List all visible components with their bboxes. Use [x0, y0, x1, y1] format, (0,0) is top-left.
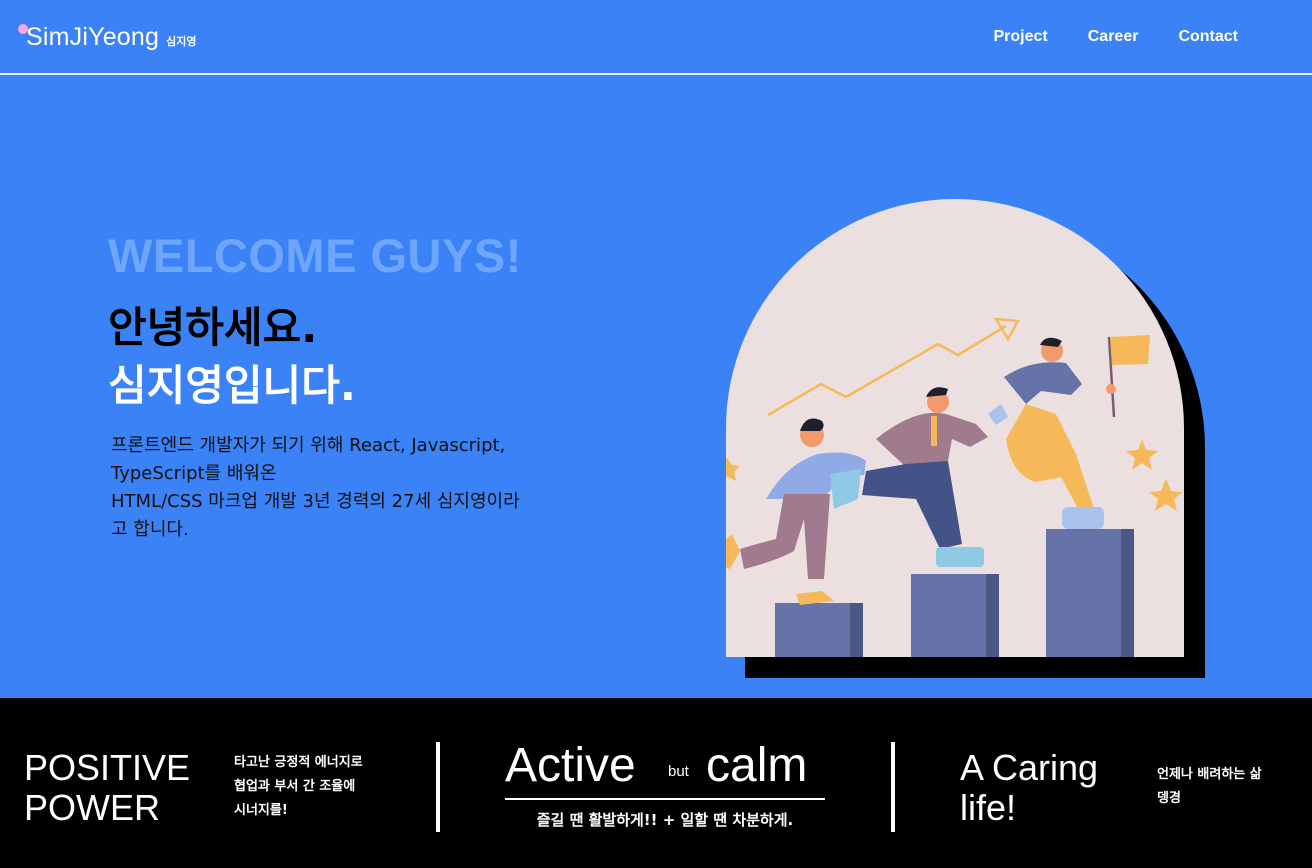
caring-life-title: A Caring life! [960, 748, 1098, 828]
calm-word: calm [706, 739, 808, 792]
caring-desc-line: 언제나 배려하는 삶 [1157, 767, 1262, 782]
logo[interactable]: SimJiYeong 심지영 [18, 23, 197, 52]
greeting-line-2: 심지영입니다. [108, 361, 356, 410]
positive-power-description: 타고난 긍정적 에너지로 협업과 부서 간 조율에 시너지를! [234, 751, 384, 823]
intro-line: TypeScript를 배워온 [111, 463, 277, 484]
active-calm-title: Active but calm [505, 738, 825, 800]
active-word: Active [505, 739, 636, 792]
site-header: SimJiYeong 심지영 Project Career Contact [0, 0, 1312, 75]
welcome-heading: WELCOME GUYS! [108, 229, 522, 282]
caring-desc-line: 뎅경 [1157, 791, 1181, 806]
positive-desc-line: 협업과 부서 간 조율에 [234, 779, 356, 794]
illustration-svg [726, 317, 1183, 657]
but-word: but [668, 763, 689, 780]
nav-link-career[interactable]: Career [1088, 28, 1139, 46]
caring-title-line: life! [960, 787, 1017, 828]
nav-link-project[interactable]: Project [993, 28, 1047, 46]
nav-link-contact[interactable]: Contact [1178, 28, 1238, 46]
logo-dot-icon [18, 24, 28, 34]
positive-desc-line: 시너지를! [234, 803, 288, 818]
positive-title-line: POWER [24, 787, 161, 828]
band-divider [436, 742, 440, 832]
greeting-line-1: 안녕하세요. [108, 303, 318, 352]
intro-text: 프론트엔드 개발자가 되기 위해 React, Javascript, Type… [111, 432, 571, 544]
positive-title-line: POSITIVE [24, 747, 191, 788]
band-divider [891, 742, 895, 832]
caring-title-line: A Caring [960, 747, 1099, 788]
intro-line: 프론트엔드 개발자가 되기 위해 React, Javascript, [111, 435, 506, 456]
positive-power-title: POSITIVE POWER [24, 748, 190, 828]
logo-subtitle: 심지영 [166, 35, 197, 48]
caring-life-description: 언제나 배려하는 삶 뎅경 [1157, 763, 1287, 811]
main-nav: Project Career Contact [993, 28, 1238, 46]
intro-line: 고 합니다. [111, 519, 189, 540]
positive-desc-line: 타고난 긍정적 에너지로 [234, 755, 363, 770]
intro-line: HTML/CSS 마크업 개발 3년 경력의 27세 심지영이라 [111, 491, 520, 512]
active-calm-description: 즐길 땐 활발하게!! + 일할 땐 차분하게. [536, 811, 794, 829]
team-climbing-stairs-illustration [726, 199, 1184, 657]
traits-band: POSITIVE POWER 타고난 긍정적 에너지로 협업과 부서 간 조율에… [0, 698, 1312, 868]
logo-name: SimJiYeong [26, 23, 160, 51]
